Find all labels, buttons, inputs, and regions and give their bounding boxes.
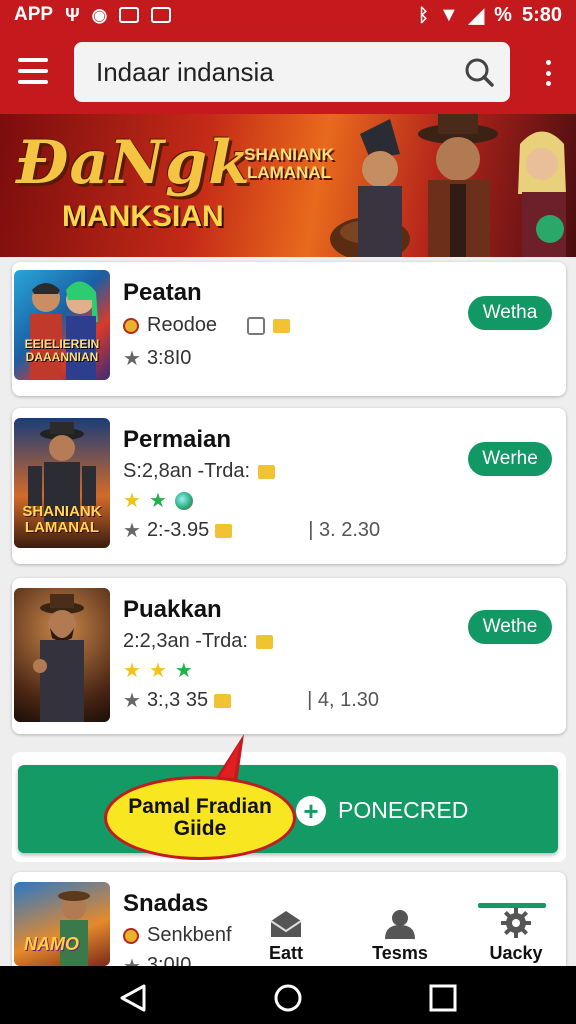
banner-title: ĐaNgk bbox=[16, 128, 251, 198]
badge-icon bbox=[273, 318, 291, 333]
app-meta-text: Reodoe bbox=[147, 314, 218, 336]
app-action-button[interactable]: Werhe bbox=[468, 442, 552, 476]
mail-icon bbox=[270, 911, 302, 937]
app-rating-value: 3:,3 35 bbox=[146, 689, 209, 711]
banner-subtitle: MANKSIAN bbox=[62, 200, 224, 233]
app-meta-text: 2:2,3an -Trda: bbox=[123, 630, 248, 652]
app-thumbnail: NAMO bbox=[14, 882, 110, 966]
app-meta-text: S:2,8an -Trda: bbox=[123, 460, 251, 482]
app-thumbnail bbox=[14, 588, 110, 722]
app-list-item[interactable]: Puakkan 2:2,3an -Trda: ★ ★ ★ ★ 3:,3 35 |… bbox=[12, 578, 566, 734]
app-rating: ★ 2:-3.95 | 3. 2.30 bbox=[123, 518, 380, 543]
usb-icon: Ψ bbox=[65, 4, 80, 25]
select-checkbox[interactable] bbox=[247, 316, 266, 335]
badge-icon bbox=[215, 523, 233, 538]
star-icon: ★ bbox=[123, 520, 141, 542]
ponecred-button-label[interactable]: PONECRED bbox=[338, 797, 468, 824]
star-icon: ★ bbox=[123, 490, 141, 512]
badge-icon bbox=[258, 464, 276, 479]
app-stars: ★ ★ bbox=[123, 488, 193, 513]
app-thumbnail-caption: NAMO bbox=[24, 934, 79, 954]
bluetooth-icon: ᛒ bbox=[418, 4, 429, 25]
star-icon: ★ bbox=[174, 660, 193, 682]
more-options-button[interactable] bbox=[543, 60, 553, 86]
search-input[interactable]: Indaar indansia bbox=[96, 57, 464, 88]
ball-icon bbox=[174, 491, 193, 510]
badge-icon bbox=[255, 634, 273, 649]
star-icon: ★ bbox=[123, 348, 141, 370]
search-icon[interactable] bbox=[464, 57, 494, 87]
app-action-button[interactable]: Wethe bbox=[468, 610, 552, 644]
menu-button[interactable] bbox=[18, 58, 48, 84]
guide-callout-text: Pamal Fradian Giide bbox=[128, 794, 272, 840]
status-time: 5:80 bbox=[521, 3, 562, 26]
person-icon bbox=[385, 910, 415, 939]
status-bar: APP Ψ ◉ ᛒ ▼ ◢ % 5:80 bbox=[0, 0, 576, 30]
app-extra-stat: | 3. 2.30 bbox=[308, 519, 381, 541]
tab-label: Uacky bbox=[489, 943, 543, 963]
app-rating: ★ 3:8I0 bbox=[123, 346, 191, 371]
app-thumbnail: SHANIANK LAMANAL bbox=[14, 418, 110, 548]
app-action-button[interactable]: Wetha bbox=[468, 296, 552, 330]
app-title: Permaian bbox=[123, 426, 232, 453]
star-icon: ★ bbox=[123, 660, 141, 682]
app-thumbnail-caption: EEIELIEREIN DAAANNIAN bbox=[24, 337, 100, 364]
system-nav-icons bbox=[120, 984, 457, 1012]
app-rating: ★ 3:,3 35 | 4, 1.30 bbox=[123, 688, 379, 713]
app-meta: S:2,8an -Trda: bbox=[123, 460, 276, 483]
app-list-item[interactable]: SHANIANK LAMANAL Permaian S:2,8an -Trda:… bbox=[12, 408, 566, 564]
bottom-tab-bar: Eatt Tesms Uacky bbox=[230, 900, 576, 966]
coin-icon bbox=[123, 927, 139, 944]
signal-icon: ◢ bbox=[468, 4, 485, 27]
star-icon: ★ bbox=[148, 490, 167, 512]
back-icon bbox=[120, 984, 146, 1012]
tab-tesms[interactable]: Tesms bbox=[350, 900, 450, 966]
star-icon: ★ bbox=[123, 690, 141, 712]
app-bar: Indaar indansia bbox=[0, 30, 576, 114]
home-icon bbox=[274, 984, 302, 1012]
banner-characters-image bbox=[330, 114, 566, 257]
app-rating-value: 2:-3.95 bbox=[146, 519, 210, 541]
recents-icon bbox=[429, 984, 457, 1012]
status-app-label: APP bbox=[14, 4, 54, 25]
app-meta-text: Senkbenf bbox=[147, 924, 232, 946]
search-bar[interactable]: Indaar indansia bbox=[74, 42, 510, 102]
app-meta: 2:2,3an -Trda: bbox=[123, 630, 273, 653]
tab-label: Eatt bbox=[268, 943, 303, 963]
app-thumbnail-caption: SHANIANK LAMANAL bbox=[22, 503, 102, 536]
app-extra-stat: | 4, 1.30 bbox=[307, 689, 380, 711]
notification-icon: ◉ bbox=[91, 4, 108, 25]
app-meta: Senkbenf bbox=[123, 924, 232, 947]
tab-uacky[interactable]: Uacky bbox=[466, 900, 566, 966]
app-rating-value: 3:0I0 bbox=[146, 954, 192, 966]
star-icon: ★ bbox=[123, 954, 141, 966]
tab-eatt[interactable]: Eatt bbox=[236, 900, 336, 966]
app-stars: ★ ★ ★ bbox=[123, 658, 193, 683]
video-icon bbox=[119, 7, 140, 23]
app-title: Snadas bbox=[123, 890, 209, 917]
badge-icon bbox=[214, 693, 232, 708]
gear-icon bbox=[501, 908, 531, 938]
app-title: Peatan bbox=[123, 279, 202, 306]
wifi-icon: ▼ bbox=[438, 3, 459, 26]
app-title: Puakkan bbox=[123, 596, 222, 623]
promo-banner[interactable]: ĐaNgk MANKSIAN SHANIANK LAMANAL bbox=[0, 114, 576, 257]
system-nav-bar bbox=[0, 966, 576, 1024]
app-list-item[interactable]: EEIELIEREIN DAAANNIAN Peatan Reodoe ★ 3:… bbox=[12, 262, 566, 396]
star-icon: ★ bbox=[148, 660, 167, 682]
banner-logo: SHANIANK LAMANAL bbox=[244, 145, 334, 182]
tab-label: Tesms bbox=[372, 943, 428, 963]
app-thumbnail: EEIELIEREIN DAAANNIAN bbox=[14, 270, 110, 380]
plus-icon[interactable]: + bbox=[296, 796, 326, 826]
app-rating-value: 3:8I0 bbox=[146, 347, 192, 369]
battery-level: % bbox=[494, 3, 512, 26]
app-rating: ★ 3:0I0 bbox=[123, 954, 191, 966]
guide-callout: Pamal Fradian Giide bbox=[104, 776, 296, 860]
app-thumbnail-art bbox=[33, 594, 84, 722]
coin-icon bbox=[123, 317, 139, 334]
app-meta: Reodoe bbox=[123, 314, 291, 337]
app-notify-icon bbox=[151, 7, 172, 23]
